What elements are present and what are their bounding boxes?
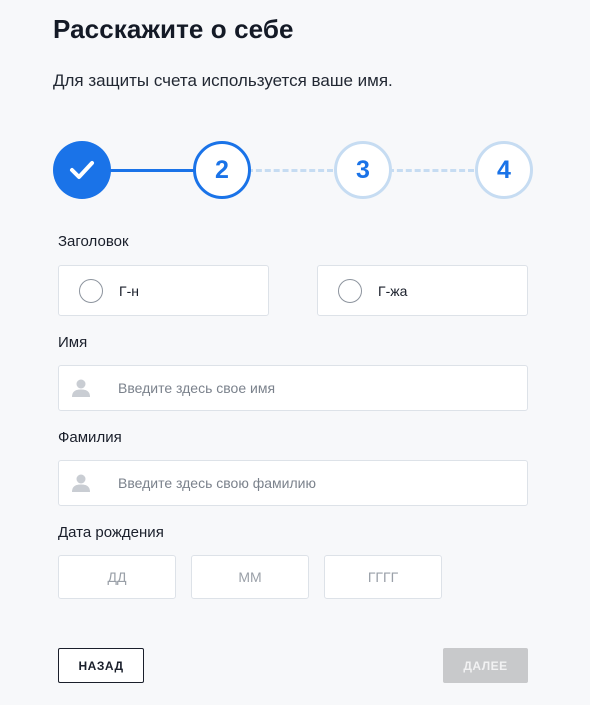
stepper-line-upcoming [247,169,333,172]
first-name-field[interactable]: Введите здесь свое имя [58,365,528,411]
person-icon [72,474,90,492]
birth-day-input[interactable]: ДД [58,555,176,599]
last-name-label: Фамилия [58,429,122,446]
first-name-placeholder: Введите здесь свое имя [118,380,276,396]
step-1-completed [53,141,111,199]
radio-option-mrs[interactable]: Г-жа [317,265,528,316]
person-icon [72,379,90,397]
step-4-upcoming: 4 [475,141,533,199]
birth-year-input[interactable]: ГГГГ [324,555,442,599]
birth-month-input[interactable]: ММ [191,555,309,599]
page-title: Расскажите о себе [53,14,294,44]
radio-label: Г-н [119,282,139,299]
step-2-current: 2 [193,141,251,199]
last-name-placeholder: Введите здесь свою фамилию [118,475,316,491]
radio-label: Г-жа [378,282,408,299]
title-field-label: Заголовок [58,233,129,250]
radio-button[interactable] [338,278,362,303]
radio-option-mr[interactable]: Г-н [58,265,269,316]
stepper-line-upcoming [388,169,474,172]
step-3-upcoming: 3 [334,141,392,199]
check-icon [70,161,94,179]
step-number: 2 [215,155,229,184]
step-number: 4 [497,155,511,184]
radio-button[interactable] [79,278,103,303]
step-number: 3 [356,155,370,184]
birth-date-label: Дата рождения [58,524,164,541]
next-button[interactable]: ДАЛЕЕ [443,648,528,683]
progress-stepper: 2 3 4 [53,141,533,199]
page-subtitle: Для защиты счета используется ваше имя. [53,71,393,90]
first-name-label: Имя [58,334,88,351]
back-button[interactable]: НАЗАД [58,648,144,683]
last-name-field[interactable]: Введите здесь свою фамилию [58,460,528,506]
